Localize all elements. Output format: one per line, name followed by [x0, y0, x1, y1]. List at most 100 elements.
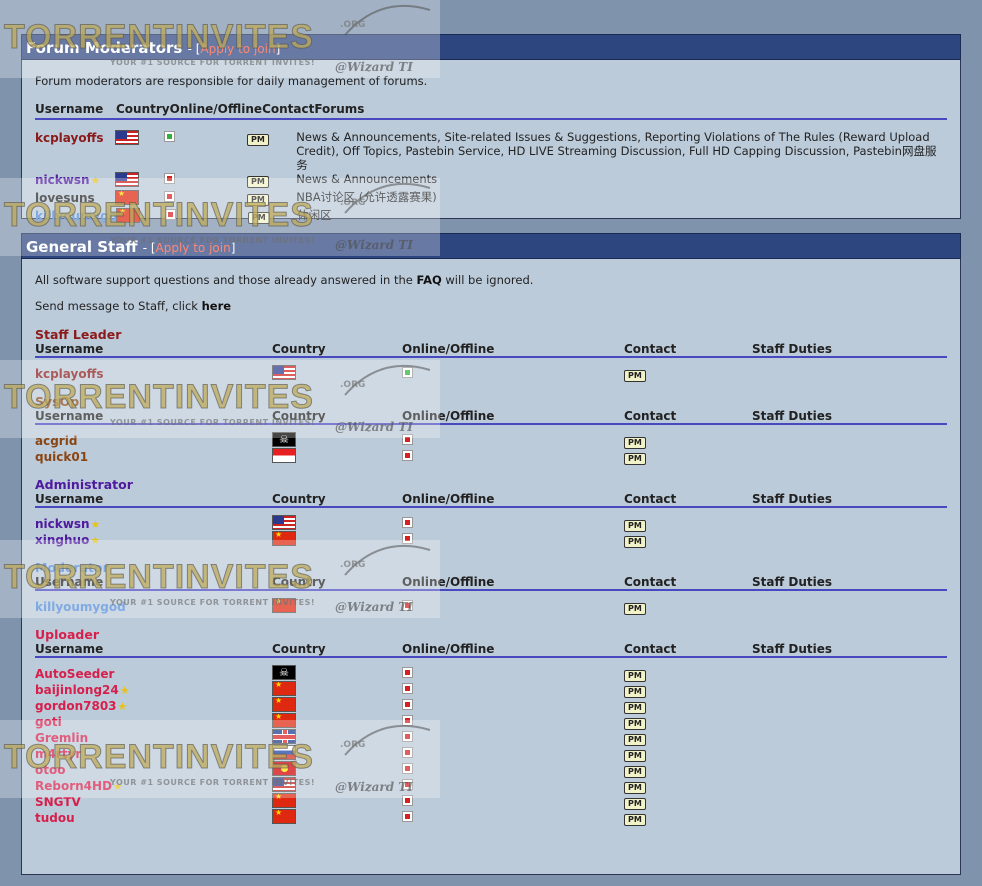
pm-button[interactable]: PM — [624, 436, 646, 449]
moderator-row: lovesuns PM NBA讨论区 (允许透露赛果) — [35, 190, 947, 208]
pm-button[interactable]: PM — [624, 602, 646, 615]
col-header-username: Username — [35, 102, 104, 116]
star-icon: ★ — [90, 518, 101, 531]
username-cell: SNGTV — [35, 795, 81, 809]
pm-button[interactable]: PM — [624, 369, 646, 382]
username-link[interactable]: quick01 — [35, 450, 88, 464]
username-cell: lovesuns — [35, 191, 95, 205]
username-link[interactable]: nickwsn — [35, 173, 90, 187]
flag-cn-icon — [272, 713, 296, 728]
pm-button[interactable]: PM — [624, 749, 646, 762]
watermark-org: .ORG — [340, 20, 366, 30]
staff-table-header: Username Country Online/Offline Contact Staf… — [35, 342, 947, 358]
staff-description: All software support questions and those… — [35, 273, 534, 287]
username-cell: baijinlong24★ — [35, 683, 130, 697]
username-link[interactable]: m4rtyr — [35, 747, 81, 761]
username-link[interactable]: Gremlin — [35, 731, 88, 745]
moderators-description: Forum moderators are responsible for dai… — [35, 74, 428, 88]
pm-button[interactable]: PM — [624, 452, 646, 465]
pm-button[interactable]: PM — [624, 519, 646, 532]
staff-title: General Staff — [26, 238, 138, 256]
col-header: Online/Offline — [402, 492, 495, 506]
pm-button[interactable]: PM — [624, 669, 646, 682]
username-cell: acgrid — [35, 434, 77, 448]
username-link[interactable]: killyoumygod — [35, 600, 126, 614]
pm-button[interactable]: PM — [247, 212, 270, 224]
username-link[interactable]: gordon7803 — [35, 699, 117, 713]
offline-status-icon — [164, 173, 176, 184]
pm-button[interactable]: PM — [624, 797, 646, 810]
username-link[interactable]: SNGTV — [35, 795, 81, 809]
col-header-contact: Contact — [262, 102, 315, 116]
username-link[interactable]: baijinlong24 — [35, 683, 119, 697]
username-cell: Reborn4HD★ — [35, 779, 123, 793]
username-link[interactable]: otoo — [35, 763, 65, 777]
staff-apply-link[interactable]: Apply to join — [156, 241, 231, 255]
online-status-icon — [164, 131, 176, 142]
username-link[interactable]: goti — [35, 715, 62, 729]
col-header: Staff Duties — [752, 642, 833, 656]
username-cell: nickwsn★ — [35, 517, 100, 531]
pm-button[interactable]: PM — [246, 194, 269, 206]
message-staff-link[interactable]: here — [202, 299, 231, 313]
flag-cn-icon — [116, 208, 140, 223]
pm-button[interactable]: PM — [246, 134, 269, 146]
flag-us-icon — [114, 172, 139, 187]
faq-link[interactable]: FAQ — [417, 273, 442, 287]
username-cell: AutoSeeder — [35, 667, 114, 681]
pm-button[interactable]: PM — [624, 733, 646, 746]
pm-button[interactable]: PM — [624, 717, 646, 730]
col-header: Country — [272, 575, 326, 589]
username-cell: kcplayoffs — [35, 367, 103, 381]
username-cell: otoo — [35, 763, 65, 777]
moderators-table-body: kcplayoffs PM News & Announcements, Site-r… — [35, 130, 947, 226]
moderators-apply-link[interactable]: Apply to join — [200, 42, 275, 56]
flag-uk-icon — [272, 729, 296, 744]
offline-status-icon — [402, 747, 413, 758]
pm-button[interactable]: PM — [624, 781, 646, 794]
username-cell: nickwsn★ — [35, 173, 100, 187]
moderators-panel: Forum moderators are responsible for dai… — [21, 60, 961, 224]
offline-status-icon — [164, 191, 176, 202]
username-link[interactable]: AutoSeeder — [35, 667, 114, 681]
pm-button[interactable]: PM — [624, 701, 646, 714]
star-icon: ★ — [117, 700, 128, 713]
pm-button[interactable]: PM — [624, 813, 646, 826]
flag-cn-icon — [272, 598, 296, 613]
username-link[interactable]: xinghuo — [35, 533, 89, 547]
username-link[interactable]: kcplayoffs — [35, 367, 103, 381]
username-link[interactable]: killyoumygod — [35, 209, 126, 223]
col-header: Contact — [624, 642, 677, 656]
pm-button[interactable]: PM — [624, 765, 646, 778]
username-link[interactable]: kcplayoffs — [35, 131, 103, 145]
pm-button[interactable]: PM — [624, 685, 646, 698]
flag-us-icon — [114, 130, 139, 145]
staff-row: gordon7803★ PM — [35, 697, 947, 714]
flag-us-icon — [272, 365, 296, 380]
username-cell: tudou — [35, 811, 75, 825]
pm-button[interactable]: PM — [624, 535, 646, 548]
staff-row: m4rtyr PM — [35, 745, 947, 762]
username-link[interactable]: nickwsn — [35, 517, 90, 531]
username-link[interactable]: acgrid — [35, 434, 77, 448]
flag-cn-icon — [272, 531, 296, 546]
staff-page: Forum Moderators - [Apply to join] Forum… — [21, 34, 961, 875]
username-cell: xinghuo★ — [35, 533, 100, 547]
col-header: Online/Offline — [402, 575, 495, 589]
star-icon: ★ — [119, 684, 130, 697]
col-header: Username — [35, 409, 104, 423]
col-header: Contact — [624, 342, 677, 356]
staff-group-label: Uploader — [35, 627, 99, 642]
staff-table-header: Username Country Online/Offline Contact Staf… — [35, 409, 947, 425]
offline-status-icon — [402, 434, 413, 445]
staff-row: tudou PM — [35, 809, 947, 826]
username-cell: goti — [35, 715, 62, 729]
username-link[interactable]: tudou — [35, 811, 75, 825]
staff-row: baijinlong24★ PM — [35, 681, 947, 698]
col-header: Country — [272, 409, 326, 423]
pm-button[interactable]: PM — [246, 176, 269, 188]
username-link[interactable]: Reborn4HD — [35, 779, 112, 793]
col-header: Username — [35, 575, 104, 589]
username-cell: quick01 — [35, 450, 88, 464]
username-link[interactable]: lovesuns — [35, 191, 95, 205]
